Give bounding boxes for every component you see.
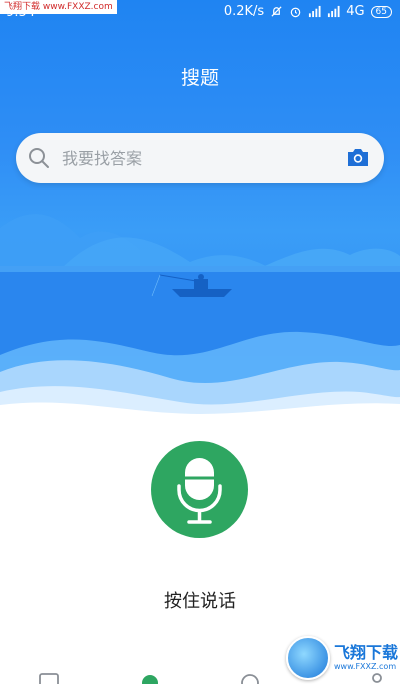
hold-to-speak-label: 按住说话 [164,591,236,612]
search-input[interactable] [62,133,332,183]
camera-icon[interactable] [346,146,370,168]
signal-icon-2 [328,5,340,18]
watermark-cn: 飞翔下载 [334,643,399,662]
search-icon [29,148,49,168]
alarm-icon [290,7,301,18]
microphone-icon [177,458,222,524]
battery-indicator: 65 [370,5,392,18]
tab-discover-icon[interactable] [239,672,261,684]
voice-input-button[interactable] [151,441,248,538]
search-bar[interactable] [16,133,384,183]
tab-search-icon[interactable] [139,672,161,684]
network-speed: 0.2K/s [223,4,265,19]
mute-icon [271,6,282,17]
page-title: 搜题 [180,67,219,89]
watermark-logo: 飞翔下载 www.FXXZ.com [286,636,398,680]
watermark-en: www.FXXZ.com [334,662,397,671]
watermark-text: 飞翔下载 www.FXXZ.com [334,644,398,672]
status-indicators: 0.2K/s 4G 65 [224,4,392,19]
watermark-top: 飞翔下载 www.FXXZ.com [0,0,117,14]
watermark-badge-icon [286,636,330,680]
status-bar: 9:54 飞翔下载 www.FXXZ.com 0.2K/s [0,0,400,26]
tab-home-icon[interactable] [38,672,60,684]
signal-icon [309,5,321,18]
network-type: 4G [346,4,365,19]
hero-banner: 9:54 飞翔下载 www.FXXZ.com 0.2K/s [0,0,400,420]
